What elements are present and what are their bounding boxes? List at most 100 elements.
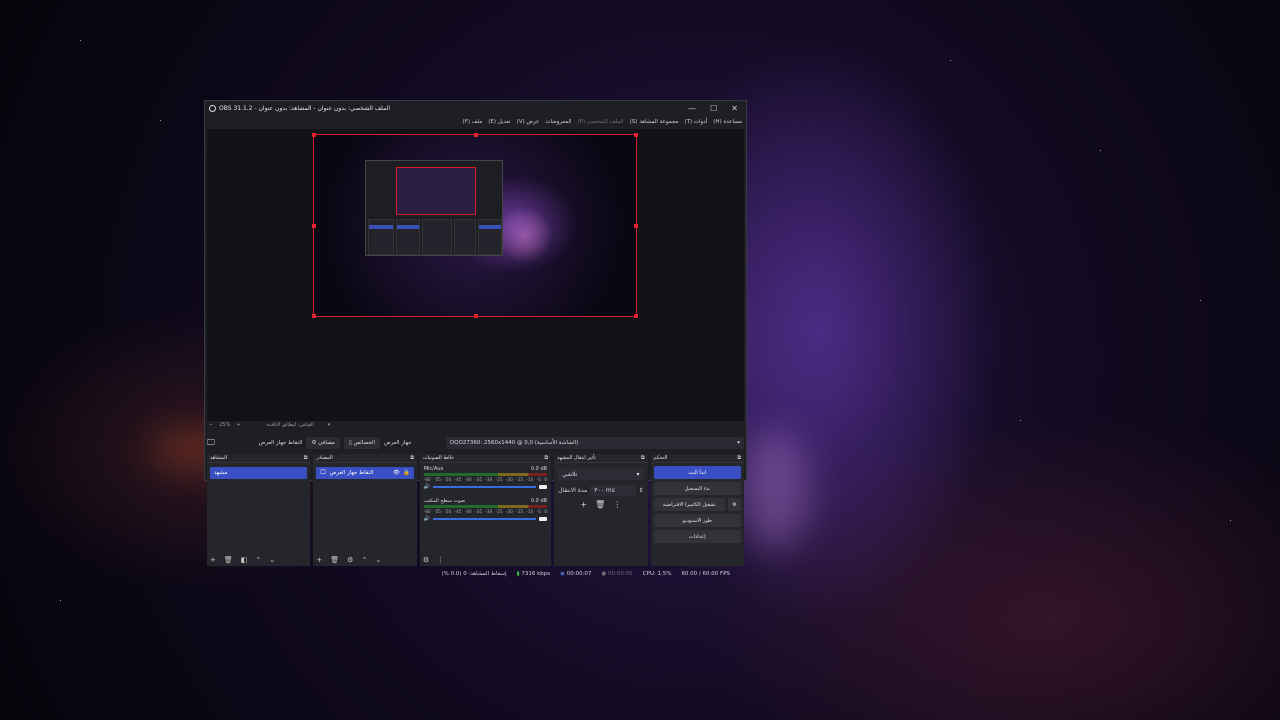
dock-undock-icon[interactable]: ⧉ (410, 455, 414, 461)
settings-button[interactable]: إعدادات (653, 530, 741, 543)
transition-actions: + 🗑 ⋮ (554, 500, 647, 509)
volume-slider-handle[interactable] (539, 517, 548, 521)
tick: -45 (454, 509, 462, 514)
scene-item[interactable]: مشهد (210, 467, 308, 479)
trash-icon[interactable]: 🗑 (224, 556, 233, 564)
tick: -30 (485, 477, 493, 482)
menu-edit[interactable]: تعديل (E) (488, 119, 510, 125)
volume-slider[interactable] (433, 518, 537, 520)
speaker-icon[interactable]: 🔊 (424, 516, 430, 522)
zoom-in-button[interactable]: + (236, 422, 240, 428)
gear-icon[interactable]: ⚙ (347, 556, 353, 564)
properties-label: الخصائص (353, 439, 375, 446)
cpu-usage: CPU: 1.5% (642, 570, 672, 577)
duration-input[interactable]: ٣٠٠ ms (590, 485, 636, 496)
status-bar: إسقاط المشاهد: 0 (0.0 %) ▮ 7316 kbps ◉ 0… (205, 567, 746, 580)
volume-slider[interactable] (433, 486, 537, 488)
meter-ticks: -60 -55 -50 -45 -40 -35 -30 -25 -20 -15 -10 -5 0 (424, 509, 547, 514)
menu-profile[interactable]: الملف الشخصي (P) (578, 119, 624, 125)
start-virtual-camera-button[interactable]: تشغيل الكاميرا الافتراضية (653, 498, 725, 511)
properties-button[interactable]: ▯ الخصائص (343, 436, 380, 449)
duration-label: مدة الانتقال (558, 487, 588, 494)
menu-tools[interactable]: أدوات (T) (684, 119, 707, 125)
dock-undock-icon[interactable]: ⧉ (737, 455, 741, 461)
close-button[interactable]: ✕ (731, 104, 738, 113)
more-options-icon[interactable]: ⋮ (437, 556, 444, 564)
record-time-value: 00:00:00 (607, 570, 633, 577)
chevron-up-icon[interactable]: ⌃ (361, 556, 367, 564)
minimize-button[interactable]: — (688, 104, 696, 113)
transitions-dock: تأثير انتقال المشهد ⧉ تلاشي ▾ مدة الانتقا… (554, 454, 648, 566)
chevron-down-icon[interactable]: ▾ (328, 422, 331, 428)
chevron-up-icon[interactable]: ⌃ (255, 556, 261, 564)
trash-icon[interactable]: 🗑 (595, 500, 605, 509)
bitrate-value: 7316 kbps (521, 570, 551, 577)
menu-scene-collection[interactable]: مجموعة المشاهد (S) (630, 119, 679, 125)
volume-slider-handle[interactable] (539, 485, 548, 489)
eye-icon[interactable]: 👁 (393, 470, 400, 476)
dock-undock-icon[interactable]: ⧉ (544, 455, 548, 461)
tick: -20 (505, 477, 513, 482)
resize-handle[interactable] (634, 133, 638, 137)
tick: -45 (454, 477, 462, 482)
maximize-button[interactable]: ☐ (710, 104, 717, 113)
title-bar: OBS 31.1.2 - الملف الشخصي: بدون عنوان - … (205, 101, 746, 116)
resize-handle[interactable] (634, 314, 638, 318)
menu-view[interactable]: عرض (V) (517, 119, 540, 125)
source-name-label: التقاط جهاز العرض (258, 439, 303, 446)
gear-icon[interactable]: ⚙ (728, 498, 741, 511)
meter-ticks: -60 -55 -50 -45 -40 -35 -30 -25 -20 -15 -10 -5 0 (424, 477, 547, 482)
preview-canvas[interactable] (312, 133, 638, 318)
display-select[interactable]: DQO27360: 2560x1440 @ 0,0 (الشاشة الأساس… (446, 436, 744, 449)
studio-mode-button[interactable]: طور الاستوديو (653, 514, 741, 527)
dock-undock-icon[interactable]: ⧉ (641, 455, 645, 461)
obs-window: OBS 31.1.2 - الملف الشخصي: بدون عنوان - … (204, 100, 747, 577)
stepper-icon[interactable]: ⇕ (639, 487, 644, 494)
menu-docks[interactable]: المعروضات (545, 119, 571, 125)
lock-icon[interactable]: 🔒 (403, 470, 410, 476)
chevron-down-icon[interactable]: ⌄ (375, 556, 381, 564)
transitions-title: تأثير انتقال المشهد (557, 455, 596, 461)
resize-handle[interactable] (312, 224, 316, 228)
dock-area: المشاهد ⧉ مشهد + 🗑 ◧ ⌃ ⌄ المصادر ⧉ 🖵 التقا… (207, 454, 744, 566)
start-streaming-button[interactable]: ابدأ البث (653, 466, 741, 479)
nested-selection (479, 225, 501, 229)
display-label: جهاز العرض (383, 439, 412, 446)
duration-row: مدة الانتقال ٣٠٠ ms ⇕ (558, 485, 644, 496)
source-item[interactable]: 🖵 التقاط جهاز العرض 👁 🔒 (316, 467, 414, 479)
resize-handle[interactable] (474, 314, 478, 318)
tick: -40 (464, 509, 472, 514)
dropped-frames: إسقاط المشاهد: 0 (0.0 %) (441, 570, 507, 577)
scale-fit-label[interactable]: القياس: ليطابق النافذة (267, 422, 314, 428)
add-icon[interactable]: + (316, 556, 322, 564)
menu-file[interactable]: ملف (F) (463, 119, 483, 125)
trash-icon[interactable]: 🗑 (330, 556, 339, 564)
resize-handle[interactable] (312, 133, 316, 137)
obs-logo-icon (209, 105, 216, 112)
tick: -50 (444, 509, 452, 514)
chevron-down-icon[interactable]: ⌄ (269, 556, 275, 564)
menu-help[interactable]: مساعدة (H) (713, 119, 742, 125)
transition-select[interactable]: تلاشي ▾ (558, 468, 644, 480)
tick: -60 (423, 509, 431, 514)
tick: -10 (526, 477, 534, 482)
speaker-icon[interactable]: 🔊 (424, 484, 430, 490)
add-icon[interactable]: + (210, 556, 216, 564)
add-icon[interactable]: + (580, 500, 587, 509)
tick: -40 (464, 477, 472, 482)
filter-icon[interactable]: ◧ (241, 556, 248, 564)
sources-title: المصادر (316, 455, 333, 461)
dock-undock-icon[interactable]: ⧉ (304, 455, 308, 461)
resize-handle[interactable] (474, 133, 478, 137)
start-recording-button[interactable]: بدء التسجيل (653, 482, 741, 495)
controls-title: التحكم (653, 455, 668, 461)
resize-handle[interactable] (634, 224, 638, 228)
resize-handle[interactable] (312, 314, 316, 318)
mixer-settings-icon[interactable]: ⚙ (423, 556, 429, 564)
preview-area[interactable] (207, 129, 744, 421)
volume-meter (423, 473, 548, 476)
tick: -25 (495, 477, 503, 482)
filters-button[interactable]: ⚙ مصافي (306, 436, 340, 449)
more-options-icon[interactable]: ⋮ (613, 500, 621, 509)
zoom-out-button[interactable]: − (209, 422, 213, 428)
